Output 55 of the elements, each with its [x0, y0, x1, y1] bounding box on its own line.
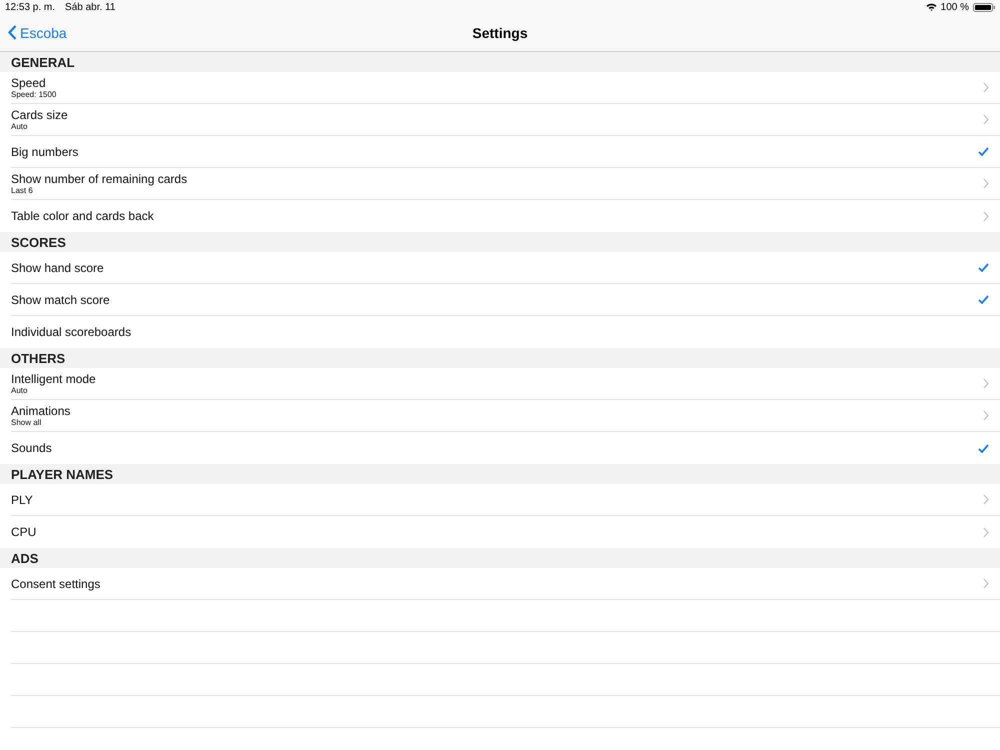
settings-row[interactable]: Show match score: [11, 284, 1000, 316]
row-detail: Speed: 1500: [11, 90, 58, 99]
settings-row[interactable]: Sounds: [11, 432, 1000, 464]
section-header: GENERAL: [0, 52, 1000, 72]
section-header: SCORES: [0, 232, 1000, 252]
settings-row[interactable]: Animations Show all: [11, 400, 1000, 432]
row-label: Speed: [11, 76, 47, 90]
row-label: Show hand score: [11, 260, 105, 274]
row-label: Animations: [11, 404, 72, 418]
row-label: Table color and cards back: [11, 209, 155, 223]
row-detail: Show all: [11, 418, 42, 427]
status-date: Sáb abr. 11: [65, 2, 116, 12]
row-label: CPU: [11, 525, 38, 539]
wifi-icon: [926, 3, 937, 11]
row-label: PLY: [11, 492, 34, 506]
chevron-right-icon: [983, 578, 989, 589]
status-time: 12:53 p. m.: [5, 2, 56, 12]
settings-row[interactable]: Individual scoreboards: [11, 316, 1000, 348]
row-label: Cards size: [11, 108, 69, 122]
chevron-right-icon: [983, 494, 989, 505]
chevron-right-icon: [983, 378, 989, 389]
settings-row[interactable]: Big numbers: [11, 136, 1000, 168]
chevron-right-icon: [983, 410, 989, 421]
settings-row[interactable]: Speed Speed: 1500: [11, 72, 1000, 104]
chevron-right-icon: [983, 82, 989, 93]
battery-percentage: 100 %: [940, 2, 969, 12]
row-detail: Auto: [11, 122, 28, 131]
chevron-right-icon: [983, 210, 989, 222]
settings-row[interactable]: Intelligent mode Auto: [11, 368, 1000, 400]
row-label: Consent settings: [11, 576, 102, 590]
row-label: Show match score: [11, 292, 111, 306]
row-detail: Last 6: [11, 186, 34, 195]
row-label: Big numbers: [11, 144, 80, 158]
chevron-left-icon: [8, 25, 17, 40]
section-header: ADS: [0, 548, 1000, 568]
section-header: OTHERS: [0, 348, 1000, 368]
row-label: Sounds: [11, 441, 53, 455]
chevron-right-icon: [983, 114, 989, 125]
row-label: Intelligent mode: [11, 372, 97, 386]
settings-row[interactable]: Show hand score: [11, 252, 1000, 284]
battery-icon: [973, 2, 995, 12]
back-button[interactable]: Escoba: [8, 24, 67, 40]
chevron-right-icon: [983, 178, 989, 189]
settings-row[interactable]: PLY: [11, 484, 1000, 516]
section-header: PLAYER NAMES: [0, 464, 1000, 484]
settings-row[interactable]: CPU: [11, 516, 1000, 548]
chevron-right-icon: [983, 526, 989, 538]
settings-row[interactable]: Table color and cards back: [11, 200, 1000, 232]
row-label: Individual scoreboards: [11, 325, 132, 339]
row-label: Show number of remaining cards: [11, 172, 188, 186]
settings-row[interactable]: Consent settings: [11, 568, 1000, 600]
page-title: Settings: [472, 24, 528, 40]
row-detail: Auto: [11, 386, 28, 395]
settings-row[interactable]: Show number of remaining cards Last 6: [11, 168, 1000, 200]
settings-row[interactable]: Cards size Auto: [11, 104, 1000, 136]
